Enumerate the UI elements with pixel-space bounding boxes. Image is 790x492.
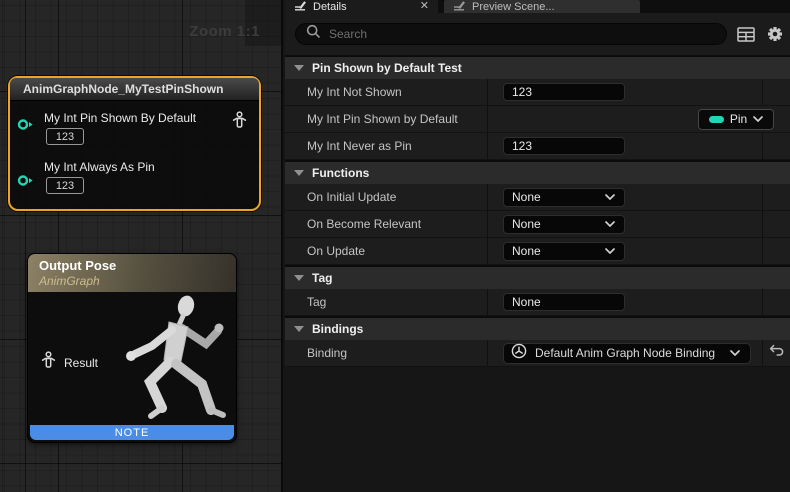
node-title: AnimGraphNode_MyTestPinShown [23,82,223,96]
binding-dropdown[interactable]: Default Anim Graph Node Binding [503,343,751,364]
int-value-input[interactable]: 123 [503,83,625,101]
result-pin-label: Result [64,356,98,370]
property-row-on-become-relevant: On Become Relevant None [285,211,790,238]
search-placeholder: Search [329,27,367,41]
node-header[interactable]: Output Pose AnimGraph [28,254,236,292]
tab-details[interactable]: Details ✕ [285,0,438,13]
graph-zoom-level: Zoom 1:1 [189,23,260,40]
anim-graph-node-selected[interactable]: AnimGraphNode_MyTestPinShown My Int Pin … [8,76,261,211]
reset-to-default-icon[interactable] [769,344,785,362]
chevron-down-icon [605,248,615,254]
int-pin-icon[interactable] [17,174,34,192]
node-pin-value-input[interactable]: 123 [46,177,84,194]
anim-graph-canvas[interactable]: Zoom 1:1 AnimGraphNode_MyTestPinShown My… [0,0,283,492]
tab-label: Details [313,1,414,13]
chevron-down-icon [753,116,763,122]
property-row-on-initial-update: On Initial Update None [285,184,790,211]
function-dropdown[interactable]: None [503,215,625,234]
property-row-tag: Tag None [285,289,790,316]
node-pin-label: My Int Pin Shown By Default [44,111,196,125]
property-row-my-int-not-shown: My Int Not Shown 123 [285,79,790,106]
node-subtitle: AnimGraph [39,274,236,288]
tab-preview-scene[interactable]: Preview Scene... [444,0,640,13]
category-functions[interactable]: Functions [285,160,790,184]
mannequin-figure [112,294,234,435]
node-note-bar[interactable]: NOTE [30,425,234,440]
panel-tab-bar: Details ✕ Preview Scene... [285,0,790,13]
property-row-binding: Binding Default Anim Graph Node Binding [285,340,790,367]
chevron-down-icon [294,326,304,332]
node-header[interactable]: AnimGraphNode_MyTestPinShown [10,78,259,101]
property-row-my-int-never-as-pin: My Int Never as Pin 123 [285,133,790,160]
chevron-down-icon [605,221,615,227]
node-note-text: NOTE [115,427,150,439]
function-dropdown[interactable]: None [503,188,625,207]
pin-toggle-dropdown[interactable]: Pin [698,109,774,130]
settings-gear-icon[interactable] [765,24,785,44]
details-tab-icon [294,0,307,13]
unreal-editor-window: Zoom 1:1 AnimGraphNode_MyTestPinShown My… [0,0,790,492]
function-dropdown[interactable]: None [503,242,625,261]
chevron-down-icon [294,275,304,281]
search-icon [306,24,321,44]
search-input[interactable]: Search [295,23,727,45]
pin-capsule-icon [709,116,724,123]
chevron-down-icon [730,350,740,356]
details-toolbar: Search [285,13,790,55]
category-bindings[interactable]: Bindings [285,316,790,340]
close-icon[interactable]: ✕ [420,1,429,12]
category-tag[interactable]: Tag [285,265,790,289]
property-row-on-update: On Update None [285,238,790,265]
int-pin-icon[interactable] [17,118,34,136]
pose-output-pin-icon[interactable] [232,111,247,134]
preview-scene-tab-icon [453,0,466,13]
tag-input[interactable]: None [503,293,625,311]
tab-label: Preview Scene... [472,1,631,13]
details-panel: Details ✕ Preview Scene... [285,0,790,492]
chevron-down-icon [294,65,304,71]
node-pin-label: My Int Always As Pin [44,160,155,174]
node-pin-value-input[interactable]: 123 [46,128,84,145]
binding-icon [511,343,527,364]
int-value-input[interactable]: 123 [503,137,625,155]
output-pose-node[interactable]: Output Pose AnimGraph [27,253,237,443]
result-pose-pin-icon[interactable] [41,351,56,374]
display-filter-icon[interactable] [736,24,756,44]
node-title: Output Pose [39,257,236,274]
property-row-my-int-pin-shown-by-default: My Int Pin Shown by Default Pin [285,106,790,133]
chevron-down-icon [605,194,615,200]
chevron-down-icon [294,170,304,176]
category-pin-shown-by-default-test[interactable]: Pin Shown by Default Test [285,55,790,79]
